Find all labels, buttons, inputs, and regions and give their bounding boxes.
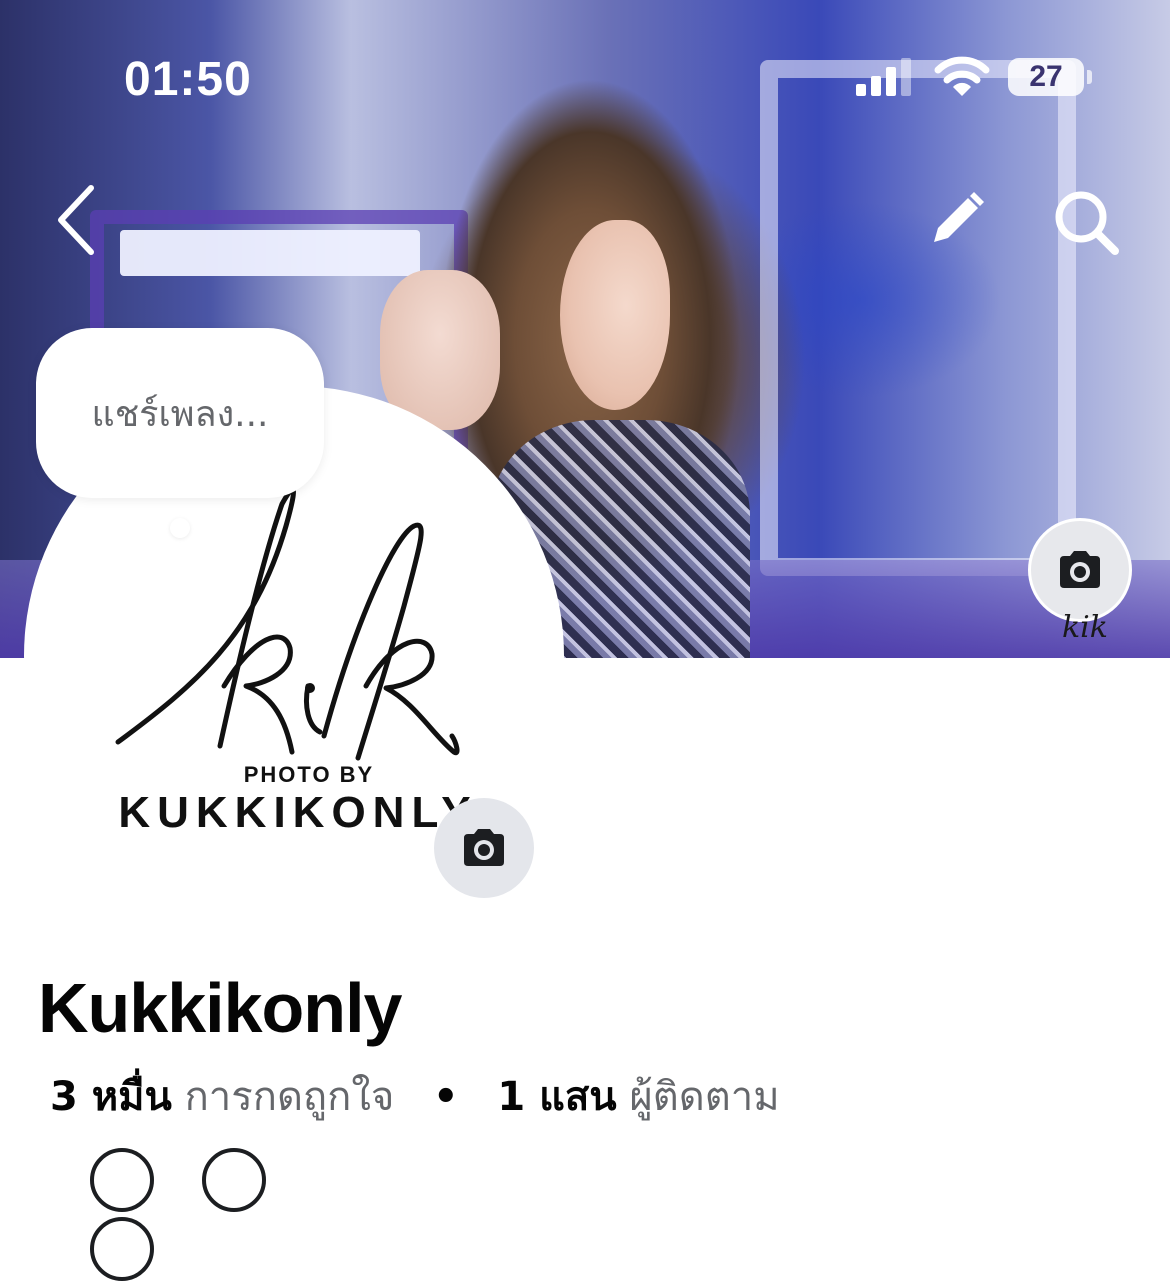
cover-bg-light xyxy=(120,230,420,276)
followers-count[interactable]: 1 แสน xyxy=(497,1074,616,1120)
pencil-icon xyxy=(934,192,984,242)
battery-icon: 27 xyxy=(1008,58,1084,96)
note-bubble-tail-small xyxy=(170,518,190,538)
search-button[interactable] xyxy=(1046,182,1126,262)
camera-icon xyxy=(464,829,504,866)
note-bubble[interactable]: แชร์เพลง... xyxy=(36,328,324,498)
friend-avatars-row xyxy=(90,1148,350,1281)
wifi-icon xyxy=(934,56,990,96)
battery-nub xyxy=(1087,70,1092,84)
signal-icon xyxy=(856,58,911,96)
friend-avatar[interactable] xyxy=(90,1148,154,1212)
cover-subject-face xyxy=(560,220,670,410)
likes-label[interactable]: การกดถูกใจ xyxy=(185,1074,395,1120)
back-button[interactable] xyxy=(40,180,110,260)
edit-profile-picture-camera-button[interactable] xyxy=(434,798,534,898)
friend-avatar[interactable] xyxy=(202,1148,266,1212)
edit-cover-camera-button[interactable] xyxy=(1028,518,1132,622)
cover-watermark: kik xyxy=(1062,610,1108,645)
edit-button[interactable] xyxy=(918,184,992,258)
note-placeholder: แชร์เพลง... xyxy=(91,393,269,435)
status-time: 01:50 xyxy=(124,53,252,106)
logo-caption-line1: PHOTO BY xyxy=(243,762,375,787)
followers-label[interactable]: ผู้ติดตาม xyxy=(629,1074,779,1120)
stats-separator: • xyxy=(433,1074,459,1120)
page-title: Kukkikonly xyxy=(38,969,402,1047)
likes-count[interactable]: 3 หมื่น xyxy=(50,1074,172,1120)
logo-caption-line2: KUKKIKONLY xyxy=(118,788,478,837)
cover-bg-panel xyxy=(760,60,1076,576)
camera-icon xyxy=(1060,551,1100,588)
search-icon xyxy=(1055,191,1119,255)
page-stats: 3 หมื่น การกดถูกใจ • 1 แสน ผู้ติดตาม xyxy=(50,1064,780,1128)
chevron-left-icon xyxy=(58,185,94,255)
friend-avatar[interactable] xyxy=(90,1217,154,1281)
